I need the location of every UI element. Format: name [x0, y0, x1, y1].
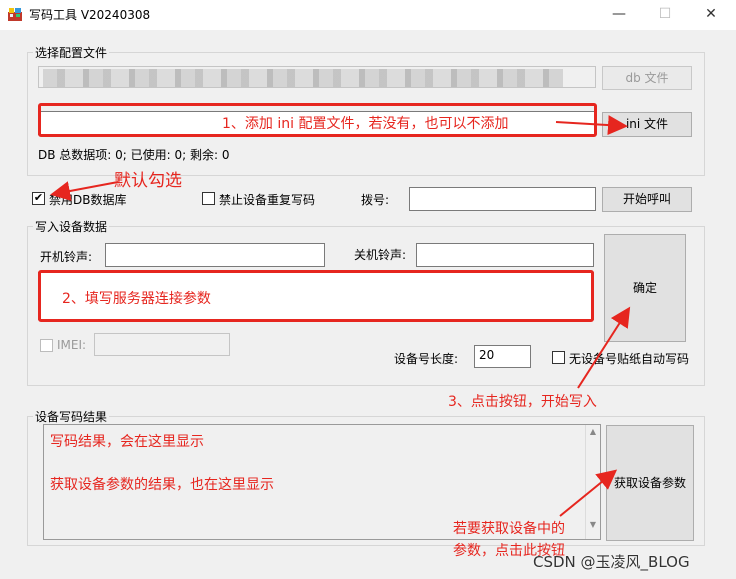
watermark: CSDN @玉凌风_BLOG — [533, 553, 690, 571]
arrow-to-get-params — [559, 469, 618, 517]
arrow-to-ini-button — [555, 115, 628, 136]
arrow-to-confirm — [577, 306, 631, 389]
arrow-to-disable-db — [50, 181, 119, 201]
annotation-arrows — [50, 115, 631, 517]
